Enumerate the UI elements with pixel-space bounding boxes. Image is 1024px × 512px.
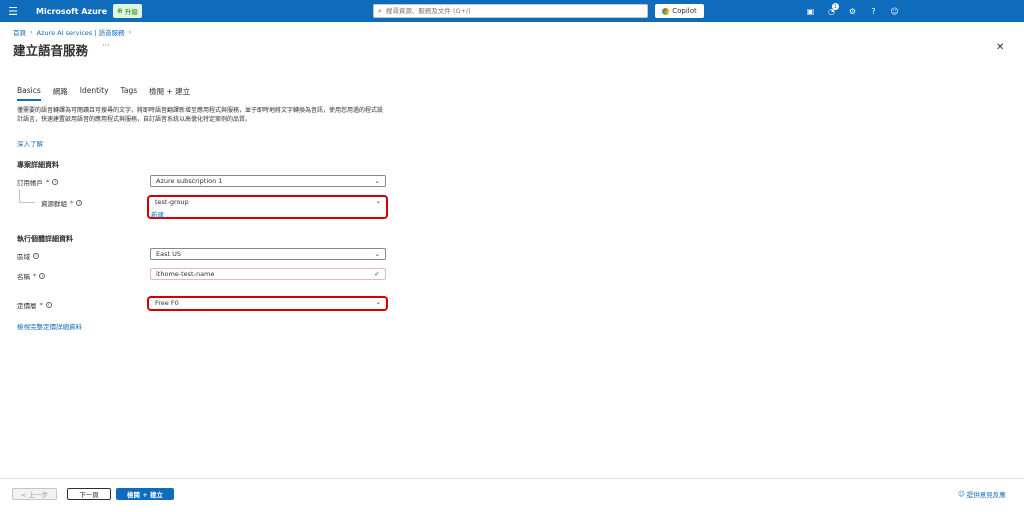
name-input[interactable]: ithome-test-name ✓ [150, 268, 386, 280]
info-icon[interactable]: i [76, 200, 83, 206]
copilot-label: Copilot [672, 7, 697, 15]
tab-bar: Basics 網路 Identity Tags 檢閱 + 建立 [17, 86, 190, 101]
top-bar: ☰ Microsoft Azure ⊕ 升級 ⌕ Copilot ▣ ◔ 1 ⚙… [0, 0, 1024, 22]
notification-badge: 1 [832, 3, 839, 10]
footer-bar: < 上一步 下一頁 檢閱 + 建立 ☺ 提供意見反應 [0, 478, 1024, 508]
notifications-icon[interactable]: ◔ 1 [821, 0, 842, 22]
breadcrumb: 首頁 › Azure AI services | 語音服務 › [13, 27, 131, 37]
project-details-heading: 專案詳細資料 [17, 161, 59, 169]
previous-button[interactable]: < 上一步 [12, 488, 57, 500]
chevron-down-icon: ⌄ [374, 250, 380, 258]
hamburger-icon[interactable]: ☰ [0, 0, 26, 22]
resource-group-label: 資源群組 [41, 200, 67, 208]
feedback-label: 提供意見反應 [966, 491, 1006, 499]
brand-title[interactable]: Microsoft Azure [36, 7, 107, 16]
name-value: ithome-test-name [156, 270, 215, 278]
checkmark-icon: ✓ [374, 270, 380, 278]
pricing-tier-highlight [147, 296, 388, 311]
subscription-value: Azure subscription 1 [156, 177, 223, 185]
tab-basics[interactable]: Basics [17, 86, 41, 101]
review-create-button[interactable]: 檢閱 + 建立 [116, 488, 174, 500]
region-dropdown[interactable]: East US ⌄ [150, 248, 386, 260]
tab-tags[interactable]: Tags [121, 86, 138, 101]
pricing-label: 定價層 [17, 302, 37, 310]
pricing-details-link[interactable]: 檢視完整定價詳細資料 [17, 321, 82, 331]
region-label-group: 區域 i [17, 251, 39, 261]
copilot-button[interactable]: Copilot [655, 4, 704, 18]
breadcrumb-home[interactable]: 首頁 [13, 27, 26, 37]
create-new-resource-group-link[interactable]: 新建 [151, 209, 164, 219]
tab-identity[interactable]: Identity [80, 86, 109, 101]
search-input[interactable] [385, 7, 626, 15]
instance-details-heading: 執行個體詳細資料 [17, 235, 73, 243]
required-marker: * [70, 199, 74, 207]
copilot-icon [662, 7, 670, 15]
next-button[interactable]: 下一頁 [67, 488, 111, 500]
info-icon[interactable]: i [52, 179, 59, 185]
feedback-link[interactable]: ☺ 提供意見反應 [958, 489, 1006, 499]
upgrade-icon: ⊕ [117, 7, 123, 15]
region-label: 區域 [17, 253, 30, 261]
subscription-dropdown[interactable]: Azure subscription 1 ⌄ [150, 175, 386, 187]
chevron-right-icon: › [128, 28, 132, 36]
info-icon[interactable]: i [45, 302, 52, 308]
help-icon[interactable]: ? [863, 0, 884, 22]
tree-connector [19, 189, 35, 203]
upgrade-button[interactable]: ⊕ 升級 [113, 4, 142, 18]
close-icon[interactable]: ✕ [996, 42, 1004, 53]
settings-icon[interactable]: ⚙ [842, 0, 863, 22]
feedback-icon: ☺ [958, 490, 965, 498]
required-marker: * [33, 272, 37, 280]
breadcrumb-ai-services[interactable]: Azure AI services | 語音服務 [37, 27, 125, 37]
page-title: 建立語音服務 [13, 43, 89, 58]
resource-group-highlight [147, 195, 388, 219]
resource-group-label-group: 資源群組 * i [41, 198, 83, 208]
subscription-label-group: 訂用帳戶 * i [17, 177, 59, 187]
upgrade-label: 升級 [124, 8, 138, 16]
feedback-icon[interactable]: ☺ [884, 0, 905, 22]
subscription-label: 訂用帳戶 [17, 179, 43, 187]
name-label: 名稱 [17, 273, 30, 281]
cloud-shell-icon[interactable]: ▣ [800, 0, 821, 22]
tab-network[interactable]: 網路 [53, 86, 68, 101]
more-options-icon[interactable]: ··· [102, 41, 110, 50]
chevron-down-icon: ⌄ [374, 177, 380, 185]
global-search[interactable]: ⌕ [373, 4, 648, 18]
required-marker: * [46, 178, 50, 186]
chevron-right-icon: › [30, 28, 33, 36]
name-label-group: 名稱 * i [17, 271, 46, 281]
info-icon[interactable]: i [39, 273, 46, 279]
service-description: 僅需要的語音轉譯為可閱讀且可搜尋的文字，將即時語音翻譯新增至應用程式與服務，並于… [17, 107, 384, 123]
info-icon[interactable]: i [33, 253, 39, 259]
search-icon: ⌕ [378, 6, 382, 15]
pricing-label-group: 定價層 * i [17, 300, 52, 310]
azure-create-speech-page: ☰ Microsoft Azure ⊕ 升級 ⌕ Copilot ▣ ◔ 1 ⚙… [0, 0, 1024, 512]
region-value: East US [156, 250, 181, 258]
learn-more-link[interactable]: 深入了解 [17, 138, 43, 148]
tab-review-create[interactable]: 檢閱 + 建立 [149, 86, 190, 101]
required-marker: * [39, 301, 43, 309]
topbar-icons: ▣ ◔ 1 ⚙ ? ☺ [800, 0, 905, 22]
